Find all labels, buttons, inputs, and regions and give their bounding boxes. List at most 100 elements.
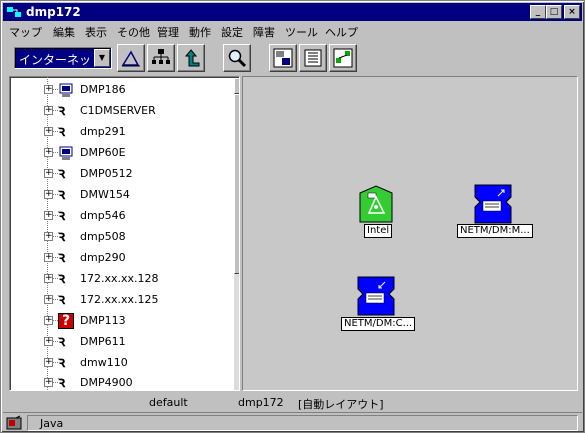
- tree-item-label: dmp290: [80, 251, 126, 264]
- tree-item[interactable]: + DMP60E: [40, 143, 230, 163]
- map-node-netm-m[interactable]: [474, 184, 512, 224]
- menu-action[interactable]: 動作: [189, 24, 211, 40]
- computer-icon: [59, 83, 73, 97]
- map-node-intel[interactable]: [359, 185, 393, 223]
- scroll-thumb[interactable]: [234, 94, 239, 274]
- tree-item[interactable]: + ꝛ dmw110: [40, 353, 230, 373]
- tree-item[interactable]: + ꝛ 172.xx.xx.125: [40, 290, 230, 310]
- expand-icon[interactable]: +: [44, 106, 53, 115]
- expand-icon[interactable]: +: [44, 190, 53, 199]
- network-select-value: インターネット: [19, 53, 104, 67]
- layout-mode: [自動レイアウト]: [298, 398, 384, 411]
- tree-item[interactable]: + ꝛ DMP4900: [40, 373, 230, 390]
- triangle-tool-button[interactable]: [117, 44, 145, 72]
- tree-item[interactable]: + ꝛ DMP611: [40, 332, 230, 352]
- tree-item[interactable]: + ? DMP113: [40, 311, 230, 331]
- menu-manage[interactable]: 管理: [157, 24, 179, 40]
- tree-item[interactable]: + ꝛ DMW154: [40, 185, 230, 205]
- tree-item[interactable]: + ꝛ C1DMSERVER: [40, 101, 230, 121]
- expand-icon[interactable]: +: [44, 295, 53, 304]
- tree-item-label: DMW154: [80, 188, 130, 201]
- java-icon: [6, 415, 22, 430]
- tree-scrollbar[interactable]: ▲: [234, 78, 239, 390]
- maximize-button[interactable]: □: [546, 5, 562, 19]
- menu-map[interactable]: マップ: [9, 24, 42, 40]
- menu-help[interactable]: ヘルプ: [325, 24, 358, 40]
- expand-icon[interactable]: +: [44, 127, 53, 136]
- network-map[interactable]: Intel NETM/DM:M... NETM/DM:C...: [242, 76, 578, 391]
- tree-item-label: dmw110: [80, 356, 128, 369]
- minimize-button[interactable]: _: [530, 5, 546, 19]
- expand-icon[interactable]: +: [44, 253, 53, 262]
- triangle-tool-icon: [121, 50, 140, 67]
- map-node-label[interactable]: NETM/DM:M...: [457, 224, 533, 238]
- diagram-button[interactable]: [329, 44, 357, 72]
- tree-item-label: DMP4900: [80, 376, 133, 389]
- tree-item-label: DMP0512: [80, 167, 133, 180]
- map-node-label[interactable]: NETM/DM:C...: [341, 317, 416, 331]
- tree-item-label: DMP60E: [80, 146, 126, 159]
- host-tree[interactable]: + DMP186 + ꝛ C1DMSERVER + ꝛ dmp291 + DMP…: [9, 76, 240, 391]
- network-node-icon: ꝛ: [58, 332, 66, 350]
- menu-fault[interactable]: 障害: [253, 24, 275, 40]
- expand-icon[interactable]: +: [44, 337, 53, 346]
- network-node-icon: ꝛ: [58, 122, 66, 140]
- tree-item[interactable]: + ꝛ DMP0512: [40, 164, 230, 184]
- blue-server-icon: [474, 184, 512, 224]
- tree-item-label: DMP113: [80, 314, 126, 327]
- tree-item-label: 172.xx.xx.128: [80, 272, 159, 285]
- alert-node-icon: ?: [58, 313, 74, 329]
- chevron-down-icon[interactable]: ▼: [94, 49, 110, 67]
- menu-view[interactable]: 表示: [85, 24, 107, 40]
- up-arrow-icon: [184, 49, 200, 67]
- tree-item[interactable]: + ꝛ dmp546: [40, 206, 230, 226]
- tree-item-label: DMP186: [80, 83, 126, 96]
- expand-icon[interactable]: +: [44, 148, 53, 157]
- computer-icon: [59, 146, 73, 160]
- network-node-icon: ꝛ: [58, 101, 66, 119]
- magnifier-icon: [228, 49, 247, 68]
- expand-icon[interactable]: +: [44, 358, 53, 367]
- tree-item[interactable]: + ꝛ dmp508: [40, 227, 230, 247]
- search-button[interactable]: [223, 44, 251, 72]
- expand-icon[interactable]: +: [44, 85, 53, 94]
- map-node-netm-c[interactable]: [357, 276, 395, 316]
- tree-item[interactable]: + ꝛ 172.xx.xx.128: [40, 269, 230, 289]
- expand-icon[interactable]: +: [44, 211, 53, 220]
- diagram-icon: [333, 48, 353, 68]
- network-node-icon: ꝛ: [58, 206, 66, 224]
- tree-item-label: dmp546: [80, 209, 126, 222]
- panel-button[interactable]: [299, 44, 327, 72]
- expand-icon[interactable]: +: [44, 316, 53, 325]
- menu-tools[interactable]: ツール: [285, 24, 318, 40]
- network-node-icon: ꝛ: [58, 185, 66, 203]
- scroll-up-icon[interactable]: ▲: [234, 78, 239, 94]
- host-name: dmp172: [238, 396, 284, 409]
- green-router-icon: [359, 185, 393, 223]
- menu-other[interactable]: その他: [117, 24, 150, 40]
- network-node-icon: ꝛ: [58, 164, 66, 182]
- tree-item[interactable]: + DMP186: [40, 80, 230, 100]
- map-name: default: [149, 396, 188, 409]
- tree-item[interactable]: + ꝛ dmp291: [40, 122, 230, 142]
- menu-settings[interactable]: 設定: [221, 24, 243, 40]
- menu-edit[interactable]: 編集: [53, 24, 75, 40]
- up-level-button[interactable]: [177, 44, 205, 72]
- expand-icon[interactable]: +: [44, 274, 53, 283]
- expand-icon[interactable]: +: [44, 232, 53, 241]
- server-list-icon: [273, 48, 293, 68]
- expand-icon[interactable]: +: [44, 378, 53, 387]
- tree-item[interactable]: + ꝛ dmp290: [40, 248, 230, 268]
- title-bar[interactable]: dmp172 _ □ ×: [3, 3, 582, 21]
- status-field: Java: [27, 415, 578, 431]
- main-window: dmp172 _ □ × マップ 編集 表示 その他 管理 動作 設定 障害 ツ…: [0, 0, 585, 433]
- tree-item-label: 172.xx.xx.125: [80, 293, 159, 306]
- map-info-bar: default dmp172 [自動レイアウト]: [3, 394, 582, 412]
- network-select[interactable]: インターネット ▼: [14, 47, 112, 69]
- hierarchy-button[interactable]: [147, 44, 175, 72]
- toolbar: インターネット ▼: [3, 40, 582, 74]
- close-button[interactable]: ×: [564, 5, 580, 19]
- map-node-label[interactable]: Intel: [364, 224, 393, 238]
- server-list-button[interactable]: [269, 44, 297, 72]
- expand-icon[interactable]: +: [44, 169, 53, 178]
